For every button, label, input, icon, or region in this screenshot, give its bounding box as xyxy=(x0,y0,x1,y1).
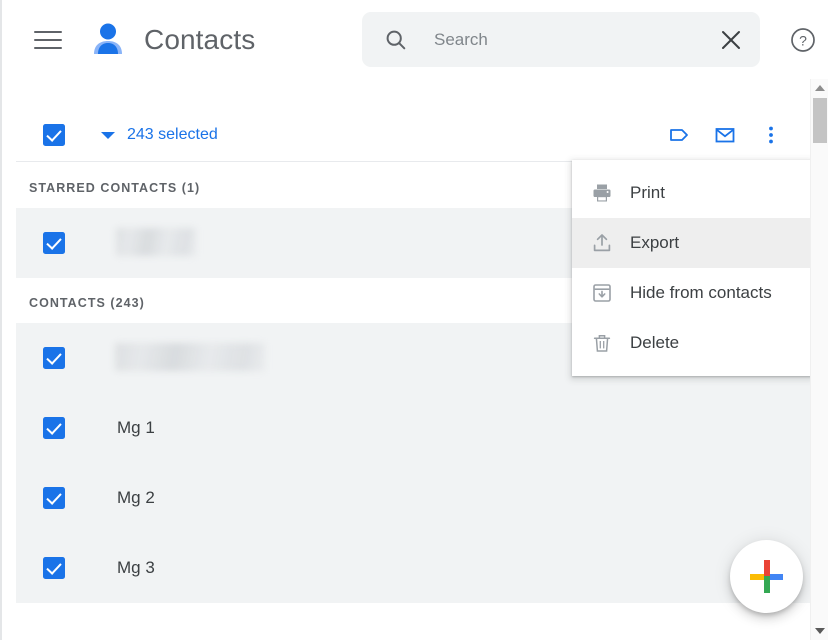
search-input[interactable] xyxy=(434,12,714,67)
selected-count-label: 243 selected xyxy=(127,126,218,143)
trash-delete-icon xyxy=(590,331,614,355)
close-x-icon[interactable] xyxy=(718,27,744,53)
plus-arm-bottom xyxy=(763,576,770,593)
contacts-app-window: Contacts ? xyxy=(0,0,828,640)
hamburger-bar xyxy=(34,47,62,49)
hamburger-menu-icon[interactable] xyxy=(32,26,64,54)
table-row[interactable]: Mg 3 xyxy=(16,533,812,603)
row-checkbox[interactable] xyxy=(43,487,65,509)
contact-name: Mg 1 xyxy=(117,418,155,437)
more-vertical-dots-icon[interactable] xyxy=(756,120,786,150)
menu-item-label: Export xyxy=(630,233,680,252)
scroll-up-arrow-icon[interactable] xyxy=(811,79,828,97)
contact-name: Mg 2 xyxy=(117,488,155,507)
menu-item-hide-from-contacts[interactable]: Hide from contacts xyxy=(572,268,812,318)
plus-arm-top xyxy=(763,560,770,577)
hamburger-bar xyxy=(34,39,62,41)
row-checkbox[interactable] xyxy=(43,557,65,579)
hide-archive-icon xyxy=(590,281,614,305)
menu-item-label: Hide from contacts xyxy=(630,283,772,302)
menu-item-delete[interactable]: Delete xyxy=(572,318,812,368)
contact-name: Mg 3 xyxy=(117,558,155,577)
menu-item-label: Print xyxy=(630,183,665,202)
search-bar[interactable] xyxy=(362,12,760,67)
page-title: Contacts xyxy=(144,24,256,55)
google-plus-icon xyxy=(748,558,785,595)
overflow-menu: Print Export Hide from contacts Delete xyxy=(572,160,812,376)
svg-text:?: ? xyxy=(799,33,807,49)
row-checkbox[interactable] xyxy=(43,347,65,369)
help-question-circle-icon[interactable]: ? xyxy=(790,27,816,53)
label-tag-icon[interactable] xyxy=(664,120,694,150)
toolbar-actions xyxy=(664,120,786,150)
menu-item-export[interactable]: Export xyxy=(572,218,812,268)
row-checkbox[interactable] xyxy=(43,417,65,439)
menu-item-label: Delete xyxy=(630,333,680,352)
contacts-person-icon xyxy=(86,18,130,62)
redacted-contact-name xyxy=(116,228,196,256)
row-checkbox[interactable] xyxy=(43,232,65,254)
table-row[interactable]: Mg 2 xyxy=(16,463,812,533)
app-header: Contacts ? xyxy=(2,0,828,79)
hamburger-bar xyxy=(34,31,62,33)
create-contact-button[interactable] xyxy=(730,540,803,613)
select-all-checkbox[interactable] xyxy=(43,124,65,146)
menu-item-print[interactable]: Print xyxy=(572,168,812,218)
export-upload-icon xyxy=(590,231,614,255)
envelope-mail-icon[interactable] xyxy=(710,120,740,150)
printer-icon xyxy=(590,181,614,205)
redacted-contact-name xyxy=(115,343,265,371)
chevron-down-icon[interactable] xyxy=(101,132,115,139)
selection-toolbar: 243 selected xyxy=(16,108,812,162)
scroll-down-arrow-icon[interactable] xyxy=(811,622,828,640)
table-row[interactable]: Mg 1 xyxy=(16,393,812,463)
vertical-scrollbar[interactable] xyxy=(810,79,828,640)
scrollbar-thumb[interactable] xyxy=(813,98,827,143)
search-icon xyxy=(384,28,408,52)
